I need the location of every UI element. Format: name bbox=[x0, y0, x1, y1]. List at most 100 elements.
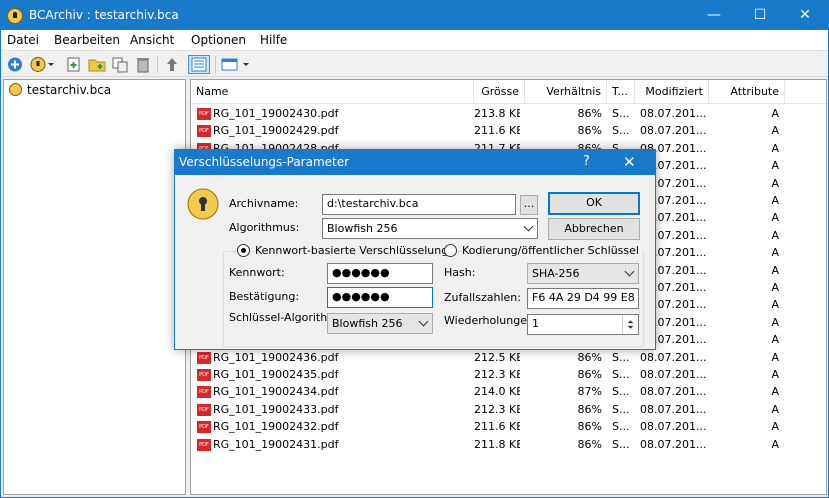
file-attribute: A bbox=[771, 350, 779, 364]
column-ratio[interactable]: Verhältnis bbox=[525, 80, 607, 104]
file-attribute: A bbox=[771, 420, 779, 434]
add-files-icon[interactable] bbox=[65, 56, 83, 73]
file-size: 212.3 KB bbox=[474, 368, 520, 381]
hash-label: Hash: bbox=[444, 266, 476, 279]
close-button[interactable]: ✕ bbox=[782, 1, 828, 30]
column-name[interactable]: Name bbox=[191, 80, 474, 104]
file-modified: 08.07.201... bbox=[640, 368, 707, 381]
hash-value: SHA-256 bbox=[532, 267, 580, 280]
copy-icon[interactable] bbox=[111, 56, 129, 73]
file-ratio: 87% bbox=[577, 385, 602, 399]
file-name: RG_101_19002435.pdf bbox=[213, 368, 339, 381]
random-input[interactable]: F6 4A 29 D4 99 E8 5: bbox=[527, 288, 639, 309]
pdf-file-icon: PDF bbox=[197, 125, 211, 138]
browse-button[interactable]: ... bbox=[520, 195, 538, 215]
file-size: 211.6 KB bbox=[474, 420, 520, 434]
column-attribute[interactable]: Attribute bbox=[709, 80, 785, 104]
file-row[interactable]: PDF RG_101_19002431.pdf 211.8 KB 86% S... 08.… bbox=[191, 437, 826, 454]
open-archive-icon[interactable] bbox=[29, 56, 47, 73]
confirm-input[interactable]: ●●●●●● bbox=[327, 287, 433, 308]
tree-node-archive[interactable]: testarchiv.bca bbox=[9, 83, 111, 97]
repeat-input[interactable]: 1 bbox=[527, 314, 639, 335]
pdf-file-icon: PDF bbox=[197, 108, 211, 120]
file-attribute: A bbox=[771, 194, 779, 207]
file-row[interactable]: PDF RG_101_19002430.pdf 213.8 KB 86% S... 08.… bbox=[191, 106, 826, 123]
file-modified: 08.07.201... bbox=[640, 420, 707, 434]
algorithm-label: Algorithmus: bbox=[229, 221, 300, 234]
menu-optionen[interactable]: Optionen bbox=[191, 33, 246, 47]
toolbar-separator bbox=[157, 56, 158, 73]
file-row[interactable]: PDF RG_101_19002433.pdf 212.3 KB 86% S... 08.… bbox=[191, 402, 826, 419]
file-ratio: 86% bbox=[577, 368, 602, 381]
view-mode-icon[interactable] bbox=[221, 56, 239, 73]
file-name: RG_101_19002431.pdf bbox=[213, 437, 339, 451]
password-input[interactable]: ●●●●●● bbox=[327, 263, 433, 284]
column-type[interactable]: T... bbox=[607, 80, 635, 104]
tree-node-label: testarchiv.bca bbox=[27, 83, 112, 97]
lock-icon bbox=[187, 188, 219, 220]
maximize-button[interactable]: ☐ bbox=[737, 1, 783, 30]
file-ratio: 86% bbox=[577, 350, 602, 364]
file-ratio: 86% bbox=[577, 437, 602, 451]
pubkey-radio[interactable] bbox=[444, 244, 457, 257]
file-ratio: 86% bbox=[577, 107, 602, 120]
menu-datei[interactable]: Datei bbox=[7, 33, 39, 47]
password-radio[interactable] bbox=[237, 244, 250, 257]
password-radio-label[interactable]: Kennwort-basierte Verschlüsselung bbox=[255, 244, 453, 257]
archive-name-label: Archivname: bbox=[229, 197, 299, 210]
view-dropdown-icon[interactable] bbox=[241, 56, 251, 73]
file-attribute: A bbox=[771, 402, 779, 416]
file-type: S... bbox=[612, 385, 630, 399]
file-row[interactable]: PDF RG_101_19002434.pdf 214.0 KB 87% S... 08.… bbox=[191, 384, 826, 401]
ok-button[interactable]: OK bbox=[548, 192, 640, 215]
file-type: S... bbox=[612, 437, 630, 451]
file-size: 212.5 KB bbox=[474, 350, 520, 364]
archive-icon bbox=[9, 83, 22, 96]
new-archive-icon[interactable] bbox=[6, 56, 24, 73]
file-row[interactable]: PDF RG_101_19002432.pdf 211.6 KB 86% S... 08.… bbox=[191, 419, 826, 436]
menu-bearbeiten[interactable]: Bearbeiten bbox=[54, 33, 120, 47]
file-attribute: A bbox=[771, 246, 779, 260]
file-modified: 08.07.201... bbox=[640, 385, 707, 399]
dialog-title: Verschlüsselungs-Parameter bbox=[179, 155, 350, 169]
file-size: 212.3 KB bbox=[474, 402, 520, 416]
help-button[interactable]: ? bbox=[583, 154, 590, 169]
pubkey-radio-label[interactable]: Kodierung/öffentlicher Schlüssel bbox=[462, 244, 643, 257]
file-attribute: A bbox=[771, 159, 779, 173]
details-view-icon[interactable] bbox=[188, 55, 210, 74]
toolbar bbox=[1, 52, 828, 77]
menu-ansicht[interactable]: Ansicht bbox=[130, 33, 174, 47]
file-attribute: A bbox=[771, 437, 779, 451]
hash-select[interactable]: SHA-256 bbox=[527, 263, 639, 284]
open-dropdown-icon[interactable] bbox=[46, 56, 56, 73]
file-row[interactable]: PDF RG_101_19002435.pdf 212.3 KB 86% S... 08.… bbox=[191, 367, 826, 384]
file-row[interactable]: PDF RG_101_19002436.pdf 212.5 KB 86% S... 08.… bbox=[191, 350, 826, 367]
key-algorithm-label: Schlüssel-Algorithm bbox=[229, 311, 338, 324]
menu-hilfe[interactable]: Hilfe bbox=[260, 33, 287, 47]
key-algorithm-select[interactable]: Blowfish 256 bbox=[327, 313, 433, 334]
file-name: RG_101_19002436.pdf bbox=[213, 350, 339, 364]
folder-tree[interactable]: testarchiv.bca bbox=[3, 79, 186, 495]
dialog-close-button[interactable]: ✕ bbox=[623, 153, 636, 171]
chevron-down-icon bbox=[523, 221, 534, 232]
file-attribute: A bbox=[771, 385, 779, 399]
file-name: RG_101_19002430.pdf bbox=[213, 107, 339, 120]
algorithm-select[interactable]: Blowfish 256 bbox=[322, 218, 538, 239]
file-size: 211.8 KB bbox=[474, 437, 520, 451]
repeat-label: Wiederholungen: bbox=[444, 314, 538, 327]
file-row[interactable]: PDF RG_101_19002429.pdf 211.6 KB 86% S... 08.… bbox=[191, 123, 826, 140]
add-folder-icon[interactable] bbox=[88, 56, 106, 73]
delete-icon[interactable] bbox=[134, 56, 152, 73]
title-bar: BCArchiv : testarchiv.bca — ☐ ✕ bbox=[1, 1, 828, 30]
column-modified[interactable]: Modifiziert bbox=[635, 80, 709, 104]
file-modified: 08.07.201... bbox=[640, 402, 707, 416]
file-type: S... bbox=[612, 368, 630, 381]
file-attribute: A bbox=[771, 315, 779, 329]
spinner-arrows-icon[interactable] bbox=[622, 315, 638, 334]
cancel-button[interactable]: Abbrechen bbox=[548, 218, 640, 240]
up-folder-icon[interactable] bbox=[163, 56, 181, 73]
minimize-button[interactable]: — bbox=[691, 1, 737, 30]
pdf-file-icon: PDF bbox=[197, 369, 211, 381]
column-size[interactable]: Grösse bbox=[474, 80, 525, 104]
archive-name-input[interactable]: d:\testarchiv.bca bbox=[322, 194, 516, 215]
